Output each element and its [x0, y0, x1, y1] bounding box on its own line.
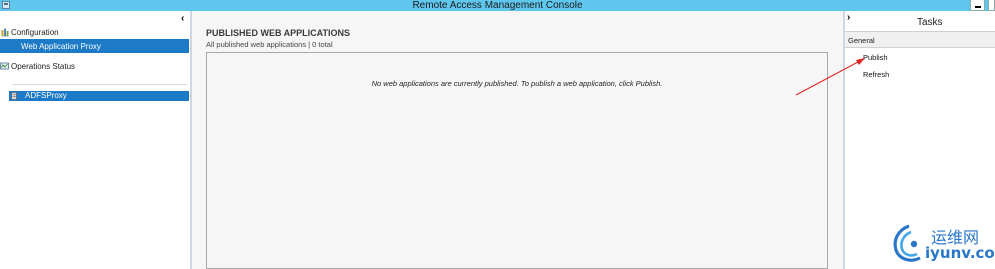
collapse-pane-icon[interactable]: ‹ — [181, 13, 184, 24]
nav-divider — [12, 84, 187, 85]
window-title: Remote Access Management Console — [412, 0, 583, 11]
watermark-text-en: iyunv.com — [925, 244, 995, 262]
nav-item-label: Configuration — [11, 28, 59, 37]
main-content-pane: PUBLISHED WEB APPLICATIONS All published… — [192, 11, 843, 269]
nav-item-label: Web Application Proxy — [21, 42, 101, 51]
empty-state-message: No web applications are currently publis… — [371, 79, 663, 88]
page-title: PUBLISHED WEB APPLICATIONS — [206, 28, 351, 38]
nav-item-operations-status[interactable]: Operations Status — [0, 60, 189, 73]
nav-item-label: Operations Status — [11, 62, 76, 71]
refresh-task-link[interactable]: Refresh — [863, 70, 889, 79]
page-subtitle: All published web applications | 0 total — [206, 40, 333, 49]
server-icon — [11, 92, 17, 100]
maximize-button[interactable] — [988, 0, 995, 11]
tasks-pane-title: Tasks — [917, 17, 943, 28]
publish-task-link[interactable]: Publish — [863, 53, 888, 62]
tasks-pane-title-wrap: Tasks — [845, 17, 993, 28]
site-watermark: 运维网 iyunv.com — [890, 218, 995, 266]
window-titlebar: Remote Access Management Console — [0, 0, 995, 11]
published-applications-list[interactable]: No web applications are currently publis… — [206, 52, 828, 269]
nav-item-label: ADFSProxy — [25, 91, 67, 100]
nav-item-web-application-proxy[interactable]: Web Application Proxy — [0, 39, 189, 53]
watermark-logo-icon — [893, 224, 921, 262]
tasks-group-general[interactable]: General — [845, 31, 995, 48]
nav-item-server-adfsproxy[interactable]: ADFSProxy — [9, 91, 189, 101]
operations-status-icon — [0, 62, 9, 70]
minimize-button[interactable] — [970, 0, 985, 11]
configuration-icon — [1, 28, 9, 37]
left-navigation-pane: ‹ Configuration Web Application Proxy Op… — [0, 11, 189, 269]
nav-item-configuration[interactable]: Configuration — [0, 26, 189, 39]
